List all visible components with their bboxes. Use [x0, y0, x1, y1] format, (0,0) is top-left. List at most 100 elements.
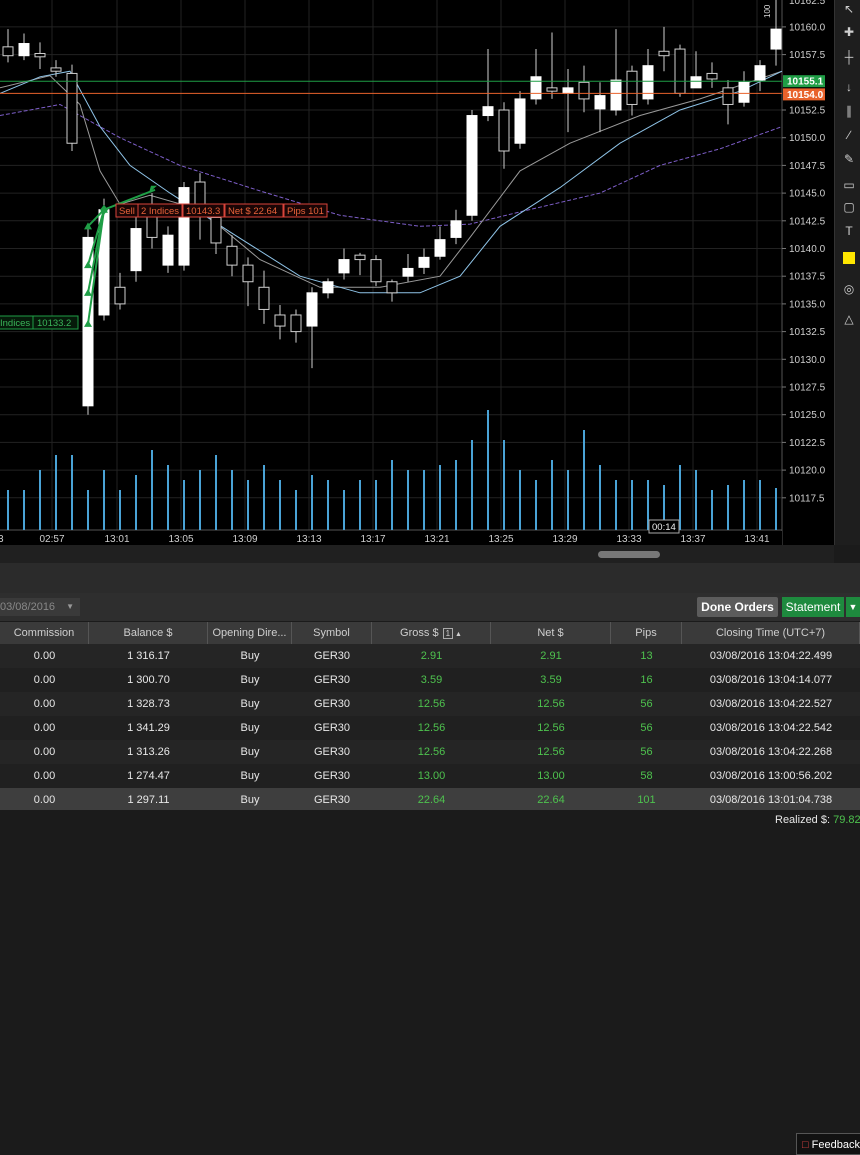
candle-body: [290, 314, 302, 333]
candle-body: [338, 259, 350, 274]
table-row[interactable]: 0.00 1 328.73 Buy GER30 12.56 12.56 56 03/08/20…: [0, 692, 860, 716]
column-header-net[interactable]: Net $: [491, 622, 611, 644]
candle-body: [674, 48, 686, 94]
table-body: 0.00 1 316.17 Buy GER30 2.91 2.91 13 03/08/2016…: [0, 644, 860, 812]
column-header-closing-time-utc-7[interactable]: Closing Time (UTC+7): [682, 622, 860, 644]
price-tick-label: 10157.5: [789, 50, 826, 61]
color-swatch-icon[interactable]: [843, 252, 855, 264]
column-header-balance[interactable]: Balance $: [89, 622, 208, 644]
candle-body: [322, 281, 334, 294]
candle-body: [466, 115, 478, 216]
table-cell: 3.59: [420, 674, 443, 686]
table-cell: GER30: [313, 698, 351, 710]
candle-body: [162, 234, 174, 266]
time-tick-label: 13:33: [616, 534, 641, 545]
column-header-label: Net $: [537, 627, 564, 639]
column-header-commission[interactable]: Commission: [0, 622, 89, 644]
table-cell: 22.64: [417, 794, 446, 806]
table-cell: 12.56: [537, 746, 565, 758]
trade-label-text: Net $ 22.64: [228, 206, 277, 217]
table-cell: 03/08/2016 13:04:22.527: [709, 698, 833, 710]
table-cell: 101: [637, 794, 656, 806]
candle-body: [274, 314, 286, 327]
table-cell: 1 341.29: [127, 722, 170, 734]
time-tick-label: 3: [0, 534, 4, 545]
table-cell: 0.00: [33, 650, 56, 662]
rectangle-alt-icon[interactable]: ▢: [841, 200, 857, 214]
done-orders-tab[interactable]: Done Orders: [697, 597, 778, 617]
pen-icon[interactable]: ✎: [841, 152, 857, 166]
column-header-label: Opening Dire...: [212, 627, 287, 639]
table-row[interactable]: 0.00 1 274.47 Buy GER30 13.00 13.00 58 03/08/20…: [0, 764, 860, 788]
text-icon[interactable]: T: [841, 224, 857, 238]
entry-label-text: 10133.2: [37, 318, 71, 329]
price-tick-label: 10127.5: [789, 383, 826, 394]
table-cell: 1 316.17: [127, 650, 170, 662]
table-cell: 2.91: [540, 650, 562, 662]
chart-canvas[interactable]: 10160.0 10157.5 10152.5 10150.0 10147.5 10145…: [0, 0, 834, 545]
price-tick-label: 10125.0: [789, 410, 826, 421]
table-row[interactable]: 0.00 1 316.17 Buy GER30 2.91 2.91 13 03/08/2016…: [0, 644, 860, 668]
price-tick-label: 10120.0: [789, 466, 826, 477]
candle-body: [178, 187, 190, 266]
table-cell: 22.64: [537, 794, 565, 806]
feedback-button[interactable]: □ Feedback: [796, 1133, 860, 1155]
column-header-label: Commission: [13, 627, 75, 639]
table-row[interactable]: 0.00 1 341.29 Buy GER30 12.56 12.56 56 03/08/20…: [0, 716, 860, 740]
column-header-pips[interactable]: Pips: [611, 622, 682, 644]
table-cell: 56: [640, 698, 653, 710]
vertical-line-icon[interactable]: ↓: [841, 80, 857, 94]
column-header-opening-dire[interactable]: Opening Dire...: [208, 622, 292, 644]
date-filter-select[interactable]: 03/08/2016 ▼: [0, 598, 80, 616]
statement-dropdown-button[interactable]: ▼: [846, 597, 860, 617]
table-row[interactable]: 0.00 1 313.26 Buy GER30 12.56 12.56 56 03/08/20…: [0, 740, 860, 764]
price-tick-label: 10132.5: [789, 327, 826, 338]
ask-price-label: 10154.0: [787, 90, 824, 101]
countdown-label: 00:14: [652, 522, 676, 533]
table-cell: 56: [640, 722, 653, 734]
table-cell: Buy: [240, 650, 260, 662]
price-tick-label: 10152.5: [789, 106, 826, 117]
candle-body: [450, 220, 462, 238]
time-tick-label: 13:29: [552, 534, 577, 545]
table-row[interactable]: 0.00 1 297.11 Buy GER30 22.64 22.64 101 03/08/2…: [0, 788, 860, 812]
table-row[interactable]: 0.00 1 300.70 Buy GER30 3.59 3.59 16 03/08/2016…: [0, 668, 860, 692]
candle-body: [258, 286, 270, 310]
table-cell: 03/08/2016 13:00:56.202: [709, 770, 833, 782]
bid-price-label: 10155.1: [787, 77, 824, 88]
table-cell: 13.00: [537, 770, 565, 782]
candle-body: [354, 254, 366, 261]
candle-body: [562, 87, 574, 94]
panel-divider: □ Feedback: [0, 563, 860, 1155]
bell-icon[interactable]: △: [841, 312, 857, 326]
table-cell: 03/08/2016 13:04:22.542: [709, 722, 833, 734]
cross-icon[interactable]: ┼: [841, 50, 857, 64]
table-cell: Buy: [240, 674, 260, 686]
candle-body: [306, 292, 318, 327]
chevron-down-icon: ▼: [66, 602, 74, 611]
crosshair-icon[interactable]: ✚: [841, 25, 857, 39]
table-cell: 16: [640, 674, 653, 686]
price-chart[interactable]: 10160.0 10157.5 10152.5 10150.0 10147.5 10145…: [0, 0, 860, 545]
table-cell: 1 300.70: [127, 674, 170, 686]
column-header-symbol[interactable]: Symbol: [292, 622, 372, 644]
rectangle-icon[interactable]: ▭: [841, 178, 857, 192]
chart-scrollbar[interactable]: [0, 545, 834, 563]
magnet-icon[interactable]: ◎: [841, 282, 857, 296]
time-tick-label: 13:01: [104, 534, 129, 545]
cursor-icon[interactable]: ↖: [841, 2, 857, 16]
candle-body: [370, 259, 382, 283]
candle-body: [498, 109, 510, 152]
candle-body: [626, 70, 638, 105]
realized-value: 79.82: [833, 814, 860, 826]
candle-body: [18, 43, 30, 57]
trendline-icon[interactable]: ∕: [841, 128, 857, 142]
candle-body: [530, 76, 542, 100]
statement-button[interactable]: Statement: [782, 597, 844, 617]
time-tick-label: 13:41: [744, 534, 769, 545]
column-header-gross[interactable]: Gross $1 ▲: [372, 622, 491, 644]
candle-body: [130, 228, 142, 272]
vertical-price-tag: 100: [763, 4, 772, 18]
channel-icon[interactable]: ∥: [841, 104, 857, 118]
scrollbar-thumb[interactable]: [598, 551, 660, 558]
